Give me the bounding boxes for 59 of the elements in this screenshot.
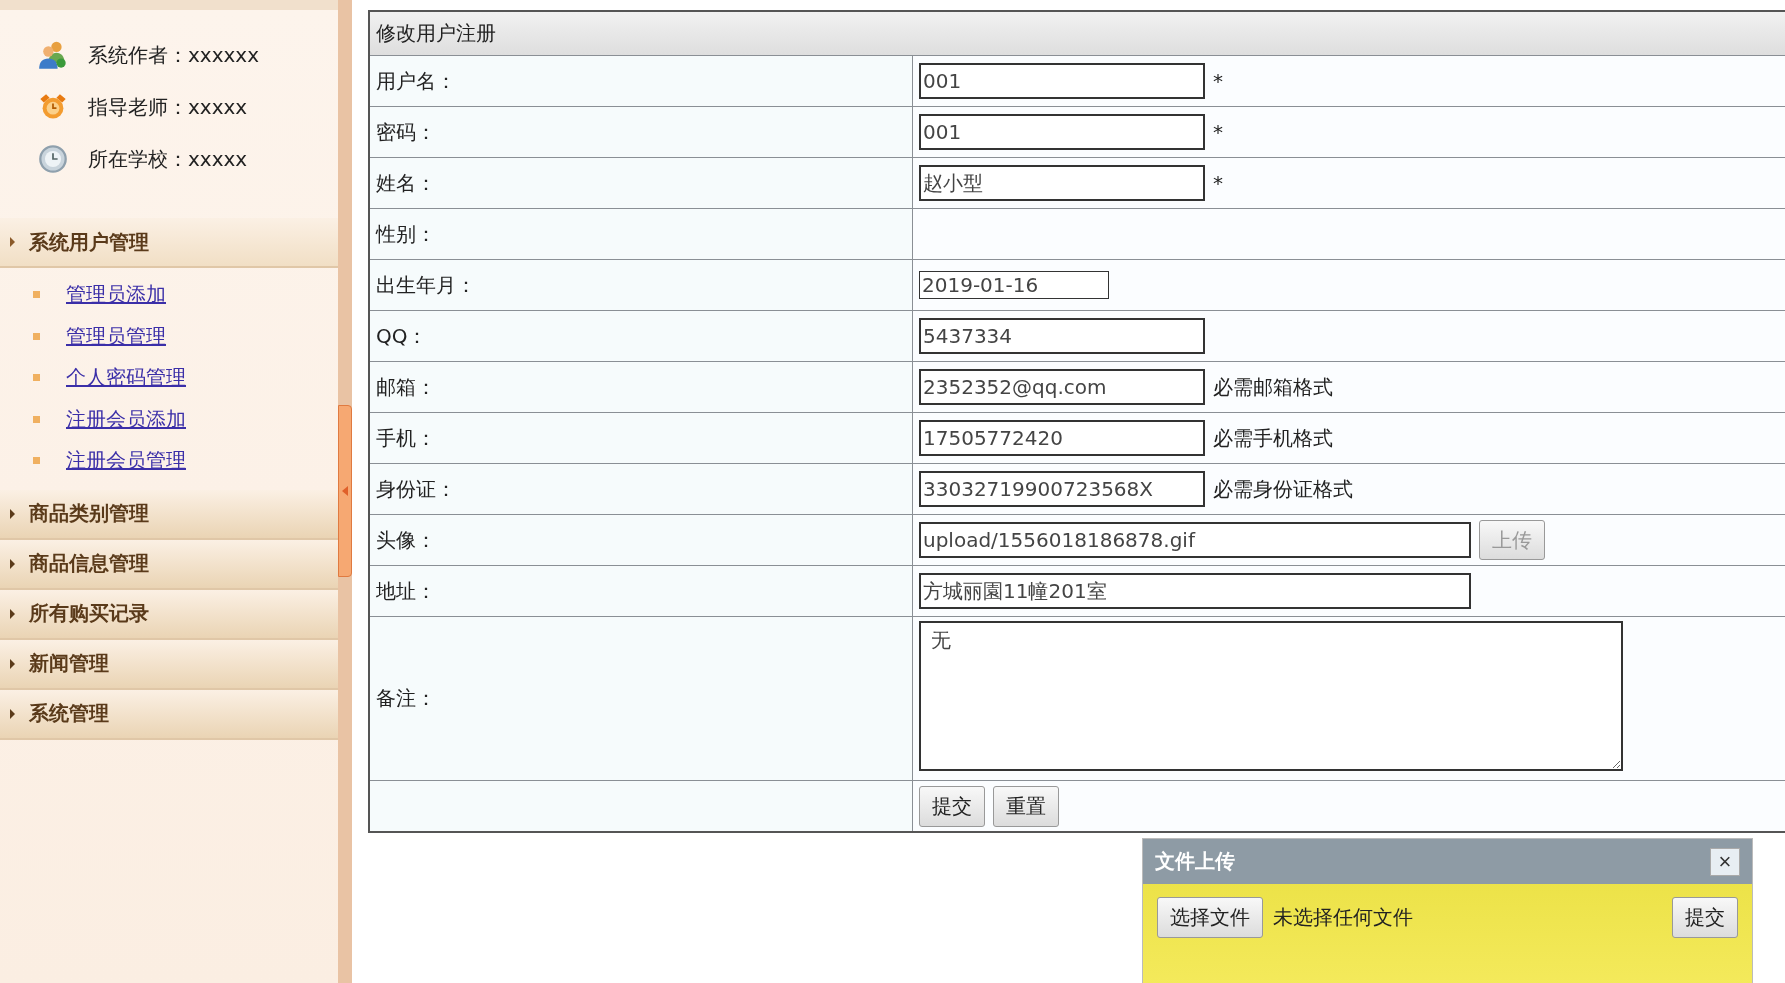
- menu-header[interactable]: 所有购买记录: [0, 589, 338, 640]
- bullet-icon: [33, 291, 40, 299]
- field-hint: *: [1213, 171, 1223, 195]
- menu-link[interactable]: 个人密码管理: [66, 364, 186, 392]
- collapse-handle[interactable]: [338, 405, 352, 577]
- menu-link[interactable]: 注册会员管理: [66, 447, 186, 475]
- notes-field[interactable]: 无: [919, 621, 1623, 771]
- field-label: 手机：: [369, 412, 913, 464]
- bullet-icon: [33, 374, 40, 382]
- field-label: 用户名：: [369, 55, 913, 107]
- field-label: 姓名：: [369, 157, 913, 209]
- field-hint: 必需身份证格式: [1213, 475, 1353, 503]
- bullet-icon: [33, 457, 40, 465]
- form-button[interactable]: 提交: [919, 785, 985, 827]
- input-field[interactable]: 方城丽園11幢201室: [919, 573, 1471, 609]
- menu-header[interactable]: 商品类别管理: [0, 489, 338, 540]
- file-status-text: 未选择任何文件: [1273, 904, 1413, 931]
- menu-link[interactable]: 注册会员添加: [66, 405, 186, 433]
- input-field[interactable]: 33032719900723568X: [919, 471, 1205, 507]
- menu-header[interactable]: 系统管理: [0, 689, 338, 740]
- field-label: 性别：: [369, 208, 913, 260]
- field-hint: 必需邮箱格式: [1213, 373, 1333, 401]
- field-label: 备注：: [369, 616, 913, 781]
- dialog-title: 文件上传: [1155, 848, 1235, 875]
- close-button[interactable]: ×: [1710, 847, 1740, 876]
- file-path-field[interactable]: upload/1556018186878.gif: [919, 522, 1471, 558]
- field-label: QQ：: [369, 310, 913, 362]
- menu-link[interactable]: 管理员添加: [66, 281, 166, 309]
- menu-header[interactable]: 系统用户管理: [0, 218, 338, 268]
- field-label: 密码：: [369, 106, 913, 158]
- clock-icon: [38, 144, 68, 174]
- input-field[interactable]: 2352352@qq.com: [919, 369, 1205, 405]
- users-icon: [38, 40, 68, 70]
- submit-button[interactable]: 提交: [1672, 897, 1738, 938]
- field-label: 出生年月：: [369, 259, 913, 311]
- field-label: 地址：: [369, 565, 913, 617]
- form-button[interactable]: 重置: [993, 785, 1059, 827]
- field-label: 邮箱：: [369, 361, 913, 413]
- menu-header[interactable]: 新闻管理: [0, 639, 338, 690]
- field-hint: *: [1213, 69, 1223, 93]
- input-field[interactable]: 001: [919, 63, 1205, 99]
- menu-link[interactable]: 管理员管理: [66, 322, 166, 350]
- form-title: 修改用户注册: [369, 11, 1785, 56]
- input-field[interactable]: 001: [919, 114, 1205, 150]
- info-text: 所在学校：xxxxx: [88, 145, 248, 173]
- info-text: 指导老师：xxxxx: [88, 93, 248, 121]
- input-field[interactable]: 17505772420: [919, 420, 1205, 456]
- field-label: 头像：: [369, 514, 913, 566]
- field-label: 身份证：: [369, 463, 913, 515]
- info-text: 系统作者：xxxxxx: [88, 41, 259, 69]
- input-field[interactable]: 赵小型: [919, 165, 1205, 201]
- bullet-icon: [33, 332, 40, 340]
- choose-file-button[interactable]: 选择文件: [1157, 897, 1263, 938]
- menu-header[interactable]: 商品信息管理: [0, 539, 338, 590]
- bullet-icon: [33, 415, 40, 423]
- field-hint: *: [1213, 120, 1223, 144]
- field-hint: 必需手机格式: [1213, 424, 1333, 452]
- input-field[interactable]: 5437334: [919, 318, 1205, 354]
- date-field[interactable]: 2019-01-16: [919, 271, 1109, 299]
